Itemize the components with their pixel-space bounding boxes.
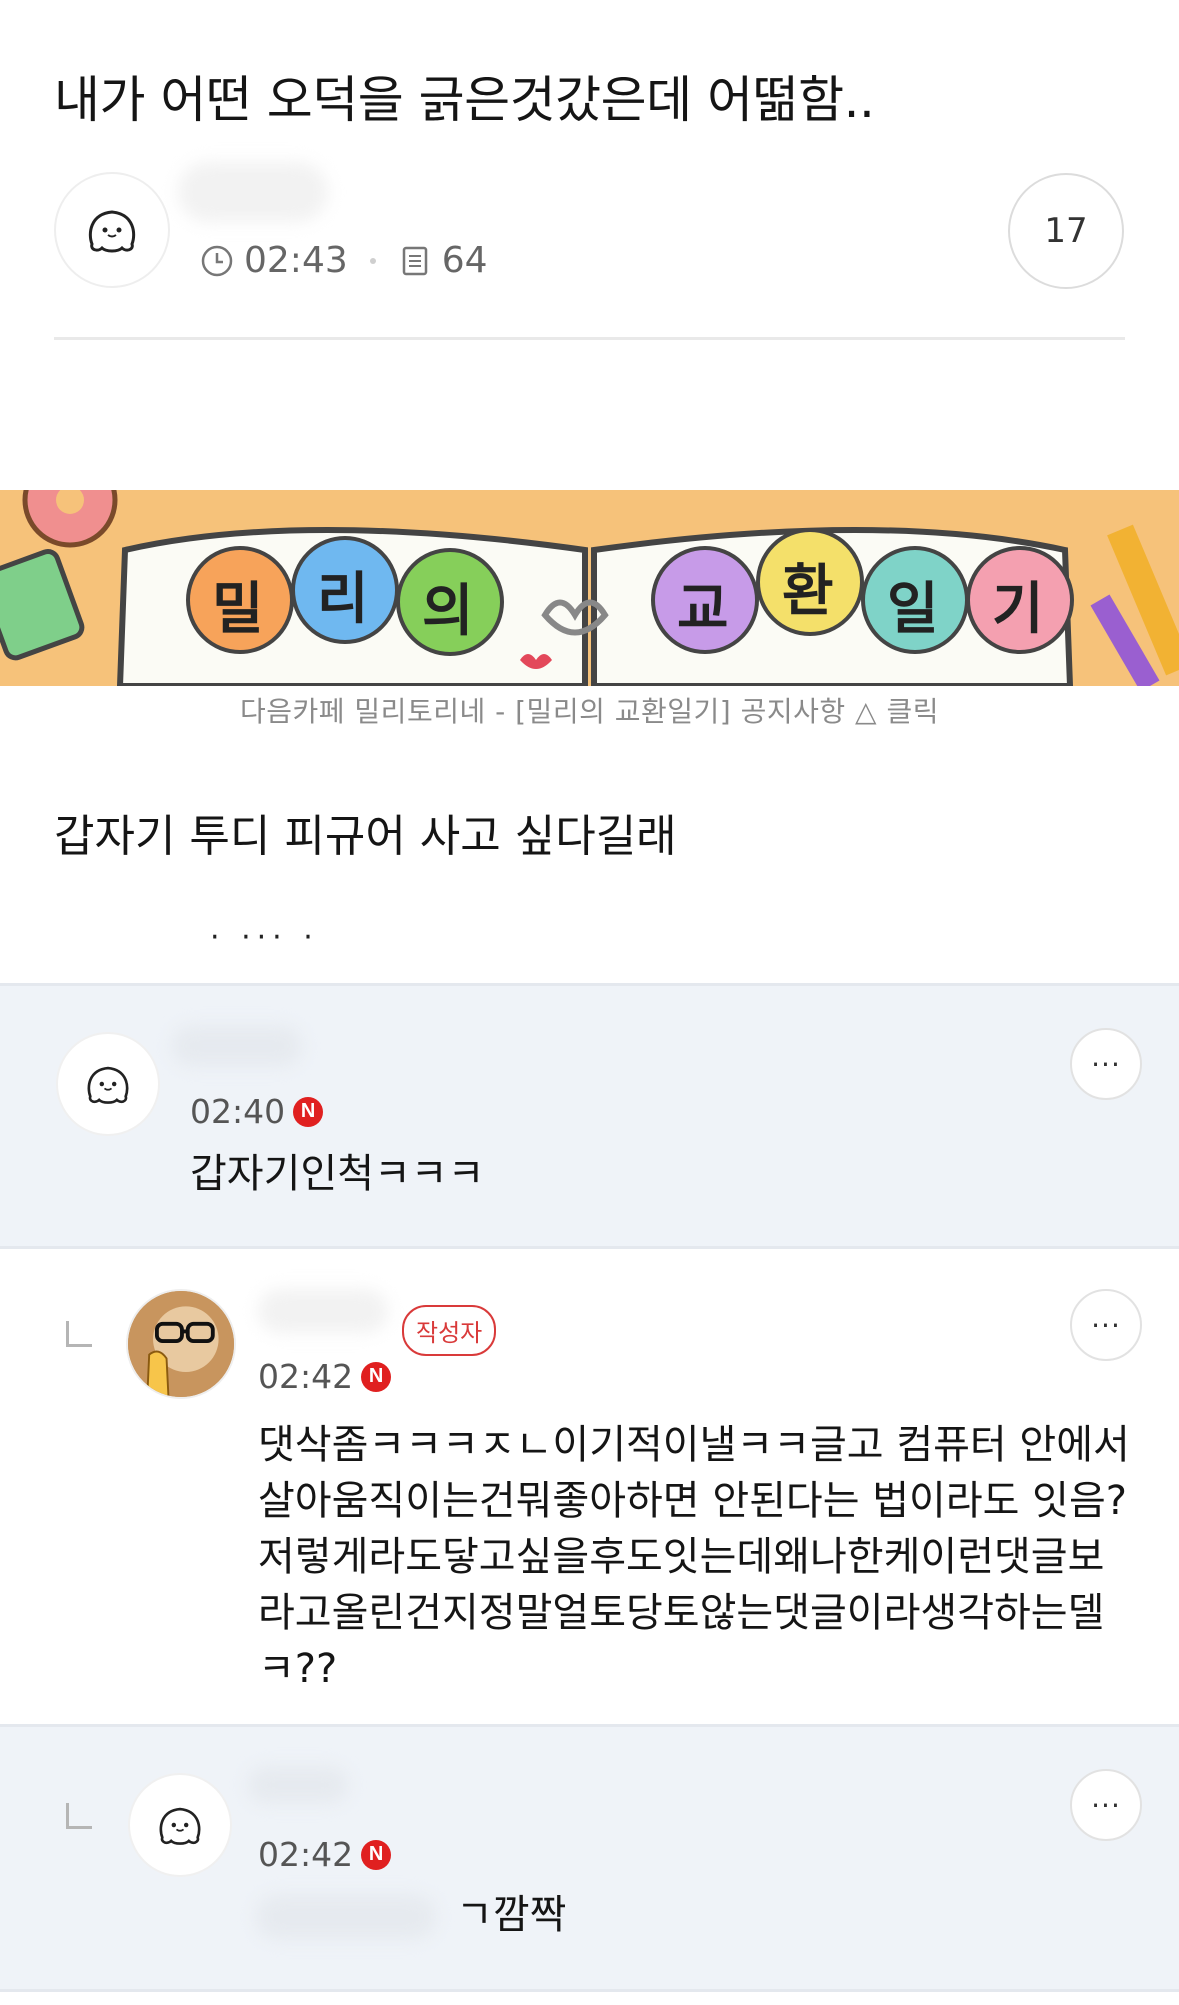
comment-time-row: 02:40 N <box>190 1092 324 1131</box>
banner-char: 밀 <box>212 577 264 642</box>
comment-item: 02:40 N 갑자기인척ㅋㅋㅋ ··· <box>0 986 1179 1246</box>
comment-text-line: 라고올린건지정말얼토당토않는댓글이라생각하는델 <box>258 1590 1105 1636</box>
comment-text-redacted <box>256 1895 436 1939</box>
more-options-button[interactable]: ··· <box>1070 1289 1142 1361</box>
post-title: 내가 어떤 오덕을 긁은것갔은데 어떪함.. <box>54 71 875 129</box>
commenter-avatar[interactable] <box>56 1032 160 1136</box>
more-options-button[interactable]: ··· <box>1070 1769 1142 1841</box>
comment-time-row: 02:42 N <box>258 1357 392 1396</box>
comment-time: 02:40 <box>190 1092 286 1131</box>
commenter-avatar[interactable] <box>128 1773 232 1877</box>
banner-title: 밀 리 의 교 환 일 기 <box>0 490 1179 686</box>
reply-indicator-icon <box>66 1321 92 1347</box>
banner-char: 기 <box>992 577 1044 642</box>
cafe-banner-image[interactable]: 밀 리 의 교 환 일 기 <box>0 490 1179 686</box>
ghost-avatar-icon <box>159 1807 201 1845</box>
post-time: 02:43 <box>244 240 348 281</box>
comment-time-row: 02:42 N <box>258 1835 392 1874</box>
banner-caption-link[interactable]: 다음카페 밀리토리네 - [밀리의 교환일기] 공지사항 △ 클릭 <box>0 690 1179 730</box>
banner-char: 환 <box>782 559 834 624</box>
comment-text-line: 저렇게라도닿고싶을후도잇는데왜나한케이런댓글보 <box>258 1534 1105 1580</box>
reply-indicator-icon <box>66 1803 92 1829</box>
new-badge: N <box>361 1839 392 1870</box>
post-body-cut-text: · ··· · <box>210 920 319 942</box>
comment-item-reply: 02:42 N ㄱ깜짝 ··· <box>0 1727 1179 1989</box>
comment-text: 댓삭좀ㅋㅋㅋㅈㄴ이기적이낼ㅋㅋ글고 컴퓨터 안에서 살아움직이는건뭐좋아하면 안… <box>258 1417 1138 1697</box>
comment-text: ㄱ깜짝 <box>456 1892 567 1938</box>
new-badge: N <box>293 1096 324 1127</box>
comment-count-button[interactable]: 17 <box>1008 173 1124 289</box>
meta-separator <box>369 257 376 264</box>
post-header: 내가 어떤 오덕을 긁은것갔은데 어떪함.. 02:43 64 17 <box>0 0 1179 345</box>
profile-photo-icon <box>128 1291 234 1397</box>
comment-time: 02:42 <box>258 1357 354 1396</box>
banner-char: 교 <box>677 577 729 642</box>
post-meta: 02:43 64 <box>200 240 488 281</box>
comment-time: 02:42 <box>258 1835 354 1874</box>
more-options-button[interactable]: ··· <box>1070 1028 1142 1100</box>
banner-char: 의 <box>422 579 474 644</box>
comment-text-line: 살아움직이는건뭐좋아하면 안된다는 법이라도 잇음? <box>258 1478 1127 1524</box>
comment-divider <box>0 1989 1179 1992</box>
post-body-text: 갑자기 투디 피규어 사고 싶다길래 <box>54 811 677 862</box>
comment-text-line: ㅋ?? <box>258 1646 338 1692</box>
comment-text-line: 댓삭좀ㅋㅋㅋㅈㄴ이기적이낼ㅋㅋ글고 컴퓨터 안에서 <box>258 1422 1130 1468</box>
new-badge: N <box>361 1361 392 1392</box>
ghost-avatar-icon <box>88 210 136 253</box>
author-name-redacted <box>178 162 328 222</box>
comment-text: 갑자기인척ㅋㅋㅋ <box>190 1151 485 1197</box>
commenter-avatar[interactable] <box>126 1289 236 1399</box>
author-badge: 작성자 <box>402 1305 497 1356</box>
commenter-name-redacted <box>172 1026 302 1066</box>
post-views: 64 <box>441 240 488 281</box>
commenter-name-redacted <box>258 1289 388 1333</box>
banner-char: 일 <box>887 577 939 642</box>
banner-char: 리 <box>317 567 369 632</box>
ghost-avatar-icon <box>87 1066 129 1104</box>
comment-item-reply: 작성자 02:42 N 댓삭좀ㅋㅋㅋㅈㄴ이기적이낼ㅋㅋ글고 컴퓨터 안에서 살아… <box>0 1249 1179 1719</box>
document-icon <box>398 244 432 278</box>
clock-icon <box>200 244 234 278</box>
commenter-name-redacted <box>248 1767 348 1803</box>
header-divider <box>54 337 1125 340</box>
author-avatar[interactable] <box>54 172 170 288</box>
